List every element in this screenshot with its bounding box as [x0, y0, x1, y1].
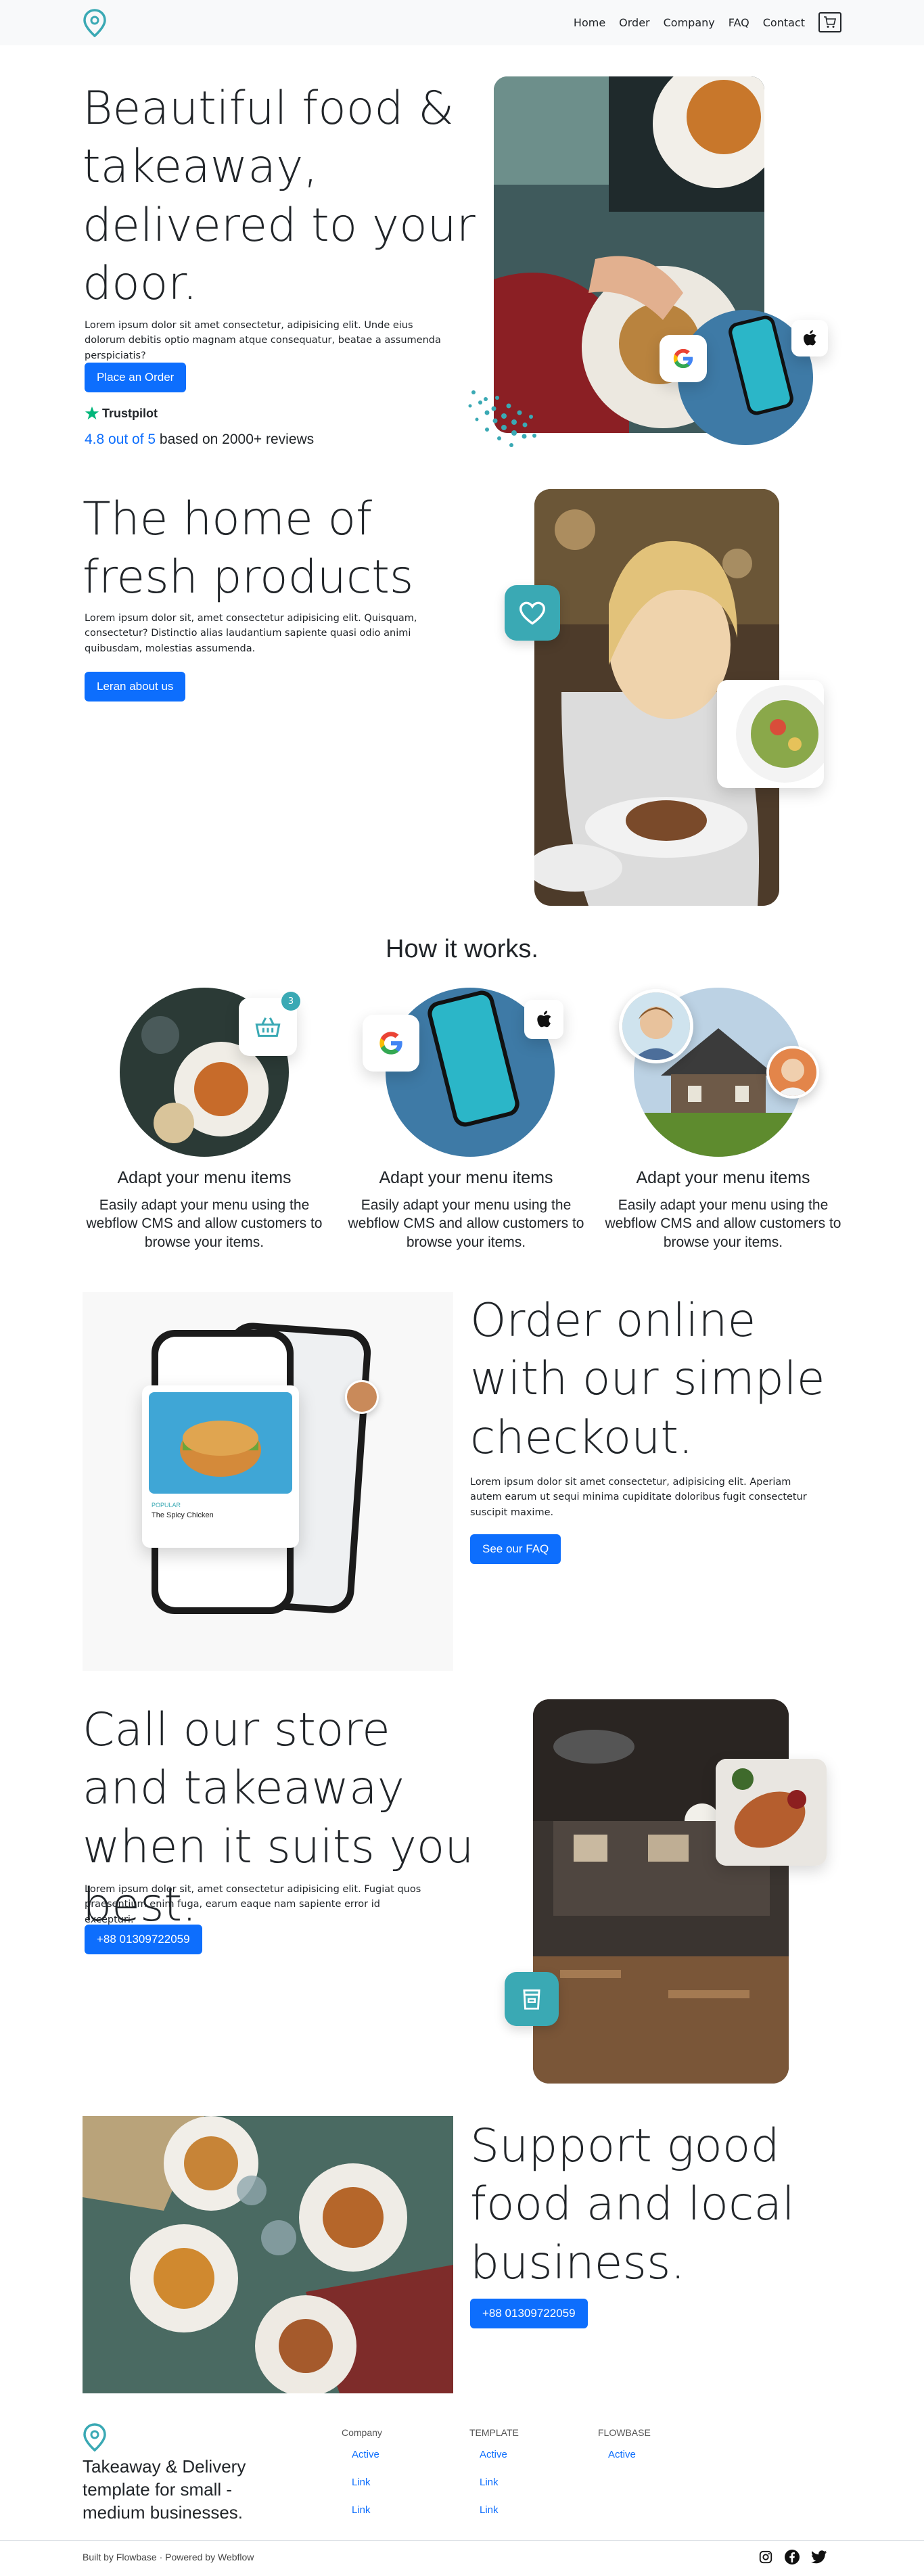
- support-title: Support good food and local business.: [470, 2119, 795, 2290]
- step-1-title: Adapt your menu items: [117, 1168, 292, 1187]
- facebook-icon[interactable]: [784, 2549, 800, 2565]
- footer-company-link-1[interactable]: Active: [352, 2449, 379, 2460]
- apple-badge: [791, 320, 828, 356]
- menu-card-title: The Spicy Chicken: [152, 1511, 214, 1519]
- table-food-photo: [83, 2116, 453, 2393]
- footer-template-link-3[interactable]: Link: [480, 2504, 499, 2516]
- footer-col-flowbase-head: FLOWBASE: [598, 2427, 651, 2438]
- salad-photo: [717, 680, 824, 788]
- menu-card-label: POPULAR: [152, 1502, 181, 1509]
- restaurant-interior-photo: [533, 1699, 789, 2084]
- apple-icon: [537, 1011, 551, 1028]
- takeaway-badge: [505, 1972, 559, 2026]
- step-2-text: Easily adapt your menu using the webflow…: [348, 1197, 584, 1250]
- how-it-works-title: How it works.: [386, 935, 538, 963]
- footer-flowbase-link-1[interactable]: Active: [608, 2449, 636, 2460]
- star-icon: [85, 406, 99, 420]
- social-links: [758, 2549, 827, 2565]
- decorative-dots: [468, 390, 536, 447]
- footer-company-link-3[interactable]: Link: [352, 2504, 371, 2516]
- shopping-cart-icon: [824, 16, 837, 28]
- takeaway-cup-icon: [523, 1989, 540, 2010]
- step-3-title: Adapt your menu items: [636, 1168, 810, 1187]
- location-pin-icon[interactable]: [83, 9, 107, 37]
- child-avatar: [619, 989, 693, 1063]
- step-2-apple-badge: [524, 1000, 563, 1039]
- footer-col-template-head: TEMPLATE: [469, 2427, 519, 2438]
- footer-divider: [0, 2540, 924, 2541]
- dish-photo: [716, 1759, 827, 1866]
- fresh-text: Lorem ipsum dolor sit, amet consectetur …: [85, 613, 417, 654]
- checkout-app-mockup: POPULAR The Spicy Chicken: [83, 1292, 453, 1671]
- footer-template-link-2[interactable]: Link: [480, 2477, 499, 2488]
- google-badge: [660, 335, 707, 382]
- rating-text: 4.8 out of 5 based on 2000+ reviews: [85, 432, 314, 448]
- google-icon: [379, 1032, 402, 1055]
- man-avatar: [766, 1046, 819, 1099]
- top-navbar: Home Order Company FAQ Contact: [0, 0, 924, 45]
- nav-faq[interactable]: FAQ: [729, 16, 749, 29]
- google-icon: [673, 348, 693, 369]
- heart-icon: [519, 601, 546, 625]
- twitter-icon[interactable]: [811, 2550, 827, 2564]
- hero-title: Beautiful food & takeaway, delivered to …: [83, 82, 476, 311]
- cart-button[interactable]: [818, 12, 841, 32]
- step-2-google-badge: [363, 1015, 419, 1072]
- nav-company[interactable]: Company: [664, 16, 715, 29]
- see-faq-button[interactable]: See our FAQ: [470, 1534, 561, 1564]
- basket-count-badge: 3: [281, 992, 300, 1011]
- trustpilot-logo: Trustpilot: [85, 406, 158, 421]
- footer-company-link-2[interactable]: Link: [352, 2477, 371, 2488]
- basket-icon: [255, 1017, 281, 1037]
- nav-contact[interactable]: Contact: [763, 16, 805, 29]
- nav-home[interactable]: Home: [574, 16, 605, 29]
- rating-rest: based on 2000+ reviews: [156, 432, 315, 447]
- footer-logo-icon[interactable]: [83, 2423, 107, 2452]
- order-text: Lorem ipsum dolor sit amet consectetur, …: [470, 1477, 807, 1518]
- footer-credit: Built by Flowbase · Powered by Webflow: [83, 2552, 254, 2562]
- place-order-button[interactable]: Place an Order: [85, 363, 187, 392]
- apple-icon: [804, 330, 816, 346]
- footer-tagline: Takeaway & Delivery template for small -…: [83, 2456, 246, 2523]
- order-title: Order online with our simple checkout.: [470, 1294, 825, 1465]
- rating-highlight: 4.8 out of 5: [85, 432, 156, 447]
- instagram-icon[interactable]: [758, 2550, 773, 2564]
- step-2-title: Adapt your menu items: [379, 1168, 553, 1187]
- nav-order[interactable]: Order: [619, 16, 649, 29]
- support-phone-button[interactable]: +88 01309722059: [470, 2299, 588, 2328]
- hero-text: Lorem ipsum dolor sit amet consectetur, …: [85, 320, 441, 361]
- step-1-text: Easily adapt your menu using the webflow…: [86, 1197, 323, 1250]
- step-3-text: Easily adapt your menu using the webflow…: [605, 1197, 841, 1250]
- call-phone-button[interactable]: +88 01309722059: [85, 1925, 202, 1954]
- learn-about-us-button[interactable]: Leran about us: [85, 672, 186, 702]
- footer-template-link-1[interactable]: Active: [480, 2449, 507, 2460]
- heart-badge: [505, 585, 560, 641]
- call-text: Lorem ipsum dolor sit, amet consectetur …: [85, 1884, 421, 1925]
- fresh-title: The home of fresh products: [83, 492, 414, 605]
- trustpilot-label: Trustpilot: [102, 406, 158, 420]
- footer-col-company-head: Company: [342, 2427, 382, 2438]
- customer-avatar: [345, 1380, 379, 1414]
- nav-links: Home Order Company FAQ Contact: [574, 12, 841, 32]
